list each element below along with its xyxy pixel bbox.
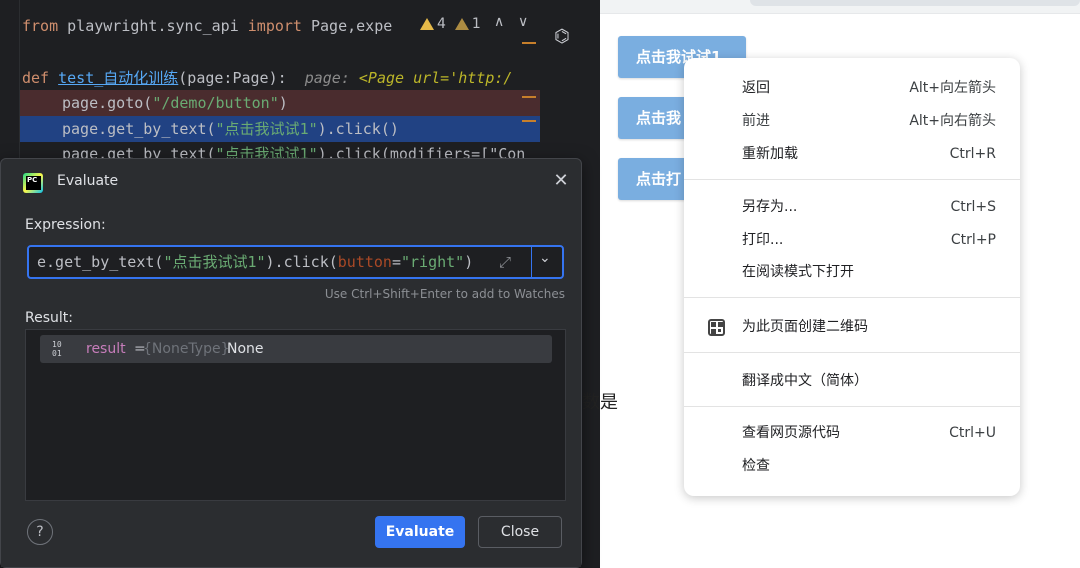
expr-call: e.get_by_text( (37, 253, 164, 271)
menu-item-label: 检查 (742, 458, 770, 474)
menu-item-label: 查看网页源代码 (742, 425, 840, 441)
menu-item-label: 返回 (742, 80, 770, 96)
result-row[interactable]: 10 01 result = {NoneType} None (40, 335, 552, 363)
close-icon[interactable]: ✕ (551, 171, 571, 191)
keyword-def: def (22, 69, 50, 87)
result-panel[interactable]: 10 01 result = {NoneType} None (25, 329, 566, 501)
menu-item-label: 前进 (742, 113, 770, 129)
expression-label: Expression: (25, 217, 106, 233)
warnings-indicator[interactable]: 4 1 (420, 16, 481, 32)
code-call: page.goto( (62, 94, 153, 112)
input-divider (531, 247, 532, 277)
menu-item-create-qr[interactable]: 为此页面创建二维码 (684, 312, 1020, 342)
scroll-marker (522, 42, 536, 44)
keyword-from: from (22, 17, 59, 35)
expand-icon[interactable]: ⤢ (499, 253, 511, 271)
menu-item-shortcut: Ctrl+S (950, 199, 996, 215)
menu-item-inspect[interactable]: 检查 (684, 451, 1020, 481)
menu-item-label: 重新加载 (742, 146, 798, 162)
menu-separator (684, 297, 1020, 298)
expr-string: "点击我试试1" (163, 253, 266, 271)
function-params: (page:Page): (178, 69, 287, 87)
evaluate-dialog: Evaluate ✕ Expression: e.get_by_text("点击… (0, 158, 582, 568)
code-call-end: ) (278, 94, 288, 112)
code-call: page.get_by_text( (62, 120, 216, 138)
evaluate-button[interactable]: Evaluate (375, 516, 465, 548)
warning-icon (420, 18, 434, 30)
menu-item-view-source[interactable]: 查看网页源代码 Ctrl+U (684, 418, 1020, 448)
menu-item-shortcut: Ctrl+U (949, 425, 996, 441)
function-name: test_自动化训练 (58, 69, 179, 87)
menu-item-label: 翻译成中文（简体） (742, 373, 868, 389)
code-call-end: ).click() (317, 120, 399, 138)
menu-item-label: 打印... (742, 232, 784, 248)
pycharm-logo-icon (23, 173, 43, 193)
close-button[interactable]: Close (478, 516, 562, 548)
menu-separator (684, 179, 1020, 180)
menu-item-back[interactable]: 返回 Alt+向左箭头 (684, 73, 1020, 103)
chevron-down-icon[interactable]: ∨ (518, 14, 528, 30)
expr-call: ).click( (265, 253, 338, 271)
code-line-5[interactable]: page.get_by_text("点击我试试1").click() (62, 117, 399, 141)
menu-separator (684, 406, 1020, 407)
page-partial-text: 数是 (582, 392, 618, 413)
context-menu: 返回 Alt+向左箭头 前进 Alt+向右箭头 重新加载 Ctrl+R 另存为... C… (684, 58, 1020, 496)
warning-count: 4 (437, 16, 446, 32)
module-name: playwright.sync_api (58, 17, 248, 35)
menu-item-shortcut: Ctrl+P (950, 232, 996, 248)
result-value: None (227, 341, 264, 357)
scroll-marker (522, 120, 536, 122)
menu-item-shortcut: Ctrl+R (949, 146, 996, 162)
browser-toolbar (600, 0, 1080, 14)
keyword-import: import (247, 17, 302, 35)
expr-string: "right" (401, 253, 465, 271)
expression-input[interactable]: e.get_by_text("点击我试试1").click(button="ri… (27, 245, 564, 279)
chevron-up-icon[interactable]: ∧ (494, 14, 504, 30)
menu-item-reading-mode[interactable]: 在阅读模式下打开 (684, 257, 1020, 287)
dialog-header[interactable]: Evaluate ✕ (1, 159, 581, 207)
primitive-value-icon: 10 01 (52, 340, 62, 358)
result-name: result (86, 341, 126, 357)
menu-item-shortcut: Alt+向左箭头 (909, 80, 996, 96)
weak-warning-count: 1 (471, 16, 481, 32)
menu-item-reload[interactable]: 重新加载 Ctrl+R (684, 139, 1020, 169)
menu-item-print[interactable]: 打印... Ctrl+P (684, 225, 1020, 255)
menu-item-save-as[interactable]: 另存为... Ctrl+S (684, 192, 1020, 222)
import-names: Page,expe (301, 17, 393, 35)
weak-warning-icon (454, 18, 469, 30)
menu-item-translate[interactable]: 翻译成中文（简体） (684, 366, 1020, 396)
chevron-down-icon[interactable]: ⌄ (539, 250, 551, 266)
inlay-hint-value: <Page url='http:/ (358, 69, 513, 87)
menu-item-label: 另存为... (742, 199, 798, 215)
code-line-4[interactable]: page.goto("/demo/button") (62, 91, 288, 115)
qr-code-icon (708, 319, 725, 336)
expr-equals: = (391, 253, 401, 271)
result-type: {NoneType} (143, 341, 230, 357)
inlay-hint-label: page: (304, 69, 350, 87)
expr-kwarg: button (337, 253, 392, 271)
expression-text[interactable]: e.get_by_text("点击我试试1").click(button="ri… (37, 247, 473, 277)
scroll-marker (522, 96, 536, 98)
menu-item-forward[interactable]: 前进 Alt+向右箭头 (684, 106, 1020, 136)
menu-item-label: 在阅读模式下打开 (742, 264, 854, 280)
string-literal: "点击我试试1" (215, 120, 318, 138)
ai-assistant-icon[interactable]: ⌬ (554, 26, 570, 47)
menu-item-shortcut: Alt+向右箭头 (909, 113, 996, 129)
watches-hint: Use Ctrl+Shift+Enter to add to Watches (324, 287, 565, 301)
menu-separator (684, 352, 1020, 353)
expr-call-end: ) (464, 253, 474, 271)
address-bar[interactable] (750, 0, 1080, 6)
result-label: Result: (25, 310, 73, 326)
code-line-3[interactable]: def test_自动化训练(page:Page): page: <Page u… (22, 66, 512, 90)
code-line-1[interactable]: from playwright.sync_api import Page,exp… (22, 14, 392, 38)
dialog-title: Evaluate (57, 173, 119, 189)
menu-item-label: 为此页面创建二维码 (742, 319, 868, 335)
string-literal: "/demo/button" (152, 94, 279, 112)
help-button[interactable]: ? (27, 519, 53, 545)
